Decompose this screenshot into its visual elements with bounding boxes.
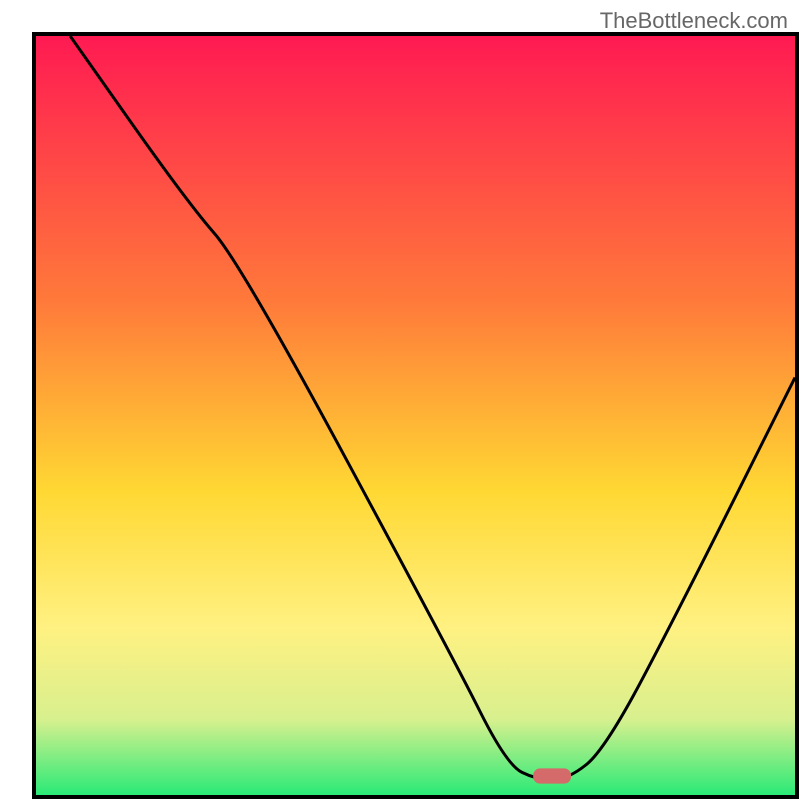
- optimal-marker: [533, 768, 571, 783]
- watermark-text: TheBottleneck.com: [600, 8, 788, 34]
- bottleneck-chart: [0, 0, 800, 800]
- chart-container: TheBottleneck.com: [0, 0, 800, 800]
